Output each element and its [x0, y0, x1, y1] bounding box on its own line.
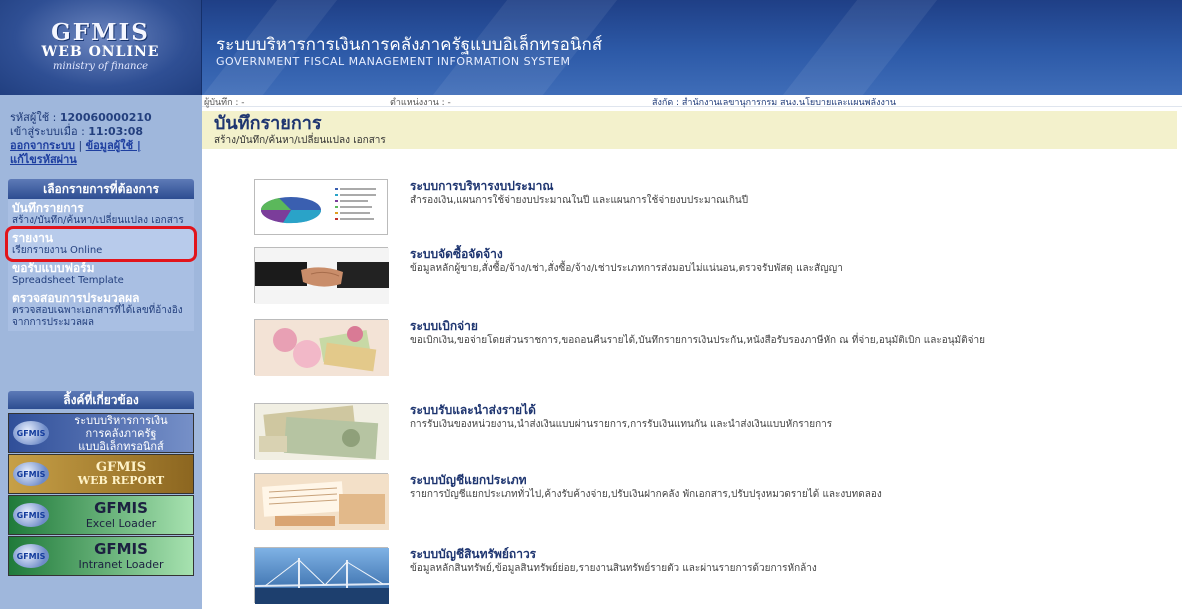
- module-description: ขอเบิกเงิน,ขอจ่ายโดยส่วนราชการ,ขอถอนคืนร…: [410, 335, 985, 346]
- module-description: รายการบัญชีแยกประเภททั่วไป,ค้างรับค้างจ่…: [410, 489, 882, 500]
- link-separator: |: [78, 139, 83, 152]
- menu-item-title: ตรวจสอบการประมวลผล: [12, 291, 140, 305]
- bridge-thumbnail: [254, 547, 390, 604]
- affiliation-field: สังกัด : สำนักงานเลขานุการกรม สนง.นโยบาย…: [652, 98, 897, 108]
- logo-ministry-text: ministry of finance: [52, 61, 148, 72]
- module-fixed-assets[interactable]: ระบบบัญชีสินทรัพย์ถาวร ข้อมูลหลักสินทรัพ…: [254, 547, 1134, 607]
- menu-item-subtitle: สร้าง/บันทึก/ค้นหา/เปลี่ยนแปลง เอกสาร: [12, 215, 184, 226]
- menu-list: บันทึกรายการ สร้าง/บันทึก/ค้นหา/เปลี่ยนแ…: [5, 199, 197, 331]
- main-content: ผู้บันทึก : - ตำแหน่งงาน : - สังกัด : สำ…: [202, 95, 1182, 609]
- menu-item-title: บันทึกรายการ: [12, 201, 84, 215]
- money-icon: [255, 320, 389, 376]
- banknotes-icon: [255, 404, 389, 460]
- pie-chart-icon: [260, 188, 376, 224]
- logout-link[interactable]: ออกจากระบบ: [10, 139, 75, 152]
- gfmis-badge-icon: GFMIS: [13, 544, 49, 568]
- recorder-field: ผู้บันทึก : -: [204, 98, 245, 108]
- change-password-link[interactable]: แก้ไขรหัสผ่าน: [10, 153, 77, 166]
- module-title: ระบบรับและนำส่งรายได้: [410, 403, 536, 417]
- handshake-icon: [255, 248, 389, 304]
- menu-item-subtitle: เรียกรายงาน Online: [12, 245, 103, 256]
- handshake-thumbnail: [254, 247, 389, 304]
- gfmis-web-report-banner[interactable]: GFMIS GFMIS WEB REPORT: [8, 454, 194, 494]
- menu-item-processing-check[interactable]: ตรวจสอบการประมวลผล ตรวจสอบเฉพาะเอกสารที่…: [8, 289, 194, 331]
- bridge-icon: [254, 548, 390, 604]
- login-time-label: เข้าสู่ระบบเมื่อ :: [10, 125, 85, 138]
- budget-pie-chart-thumbnail: [254, 179, 388, 235]
- module-title: ระบบการบริหารงบประมาณ: [410, 179, 554, 193]
- page-title: บันทึกรายการ: [214, 113, 322, 134]
- gfmis-logo[interactable]: GFMIS WEB ONLINE ministry of finance: [0, 0, 202, 95]
- menu-item-subtitle: Spreadsheet Template: [12, 275, 124, 286]
- menu-item-forms[interactable]: ขอรับแบบฟอร์ม Spreadsheet Template: [8, 259, 194, 289]
- header-title-thai: ระบบบริหารการเงินการคลังภาครัฐแบบอิเล็กท…: [216, 35, 603, 55]
- menu-item-record[interactable]: บันทึกรายการ สร้าง/บันทึก/ค้นหา/เปลี่ยนแ…: [8, 199, 194, 229]
- menu-item-report[interactable]: รายงาน เรียกรายงาน Online: [5, 226, 197, 262]
- header-banner: GFMIS WEB ONLINE ministry of finance ระบ…: [0, 0, 1182, 95]
- header-title-english: GOVERNMENT FISCAL MANAGEMENT INFORMATION…: [216, 55, 571, 68]
- module-description: ข้อมูลหลักสินทรัพย์,ข้อมูลสินทรัพย์ย่อย,…: [410, 563, 817, 574]
- module-procurement[interactable]: ระบบจัดซื้อจัดจ้าง ข้อมูลหลักผู้ขาย,สั่ง…: [254, 247, 1134, 307]
- gfmis-excel-loader-banner[interactable]: GFMIS GFMIS Excel Loader: [8, 495, 194, 535]
- module-title: ระบบจัดซื้อจัดจ้าง: [410, 247, 503, 261]
- banner-text: GFMIS Excel Loader: [85, 499, 157, 531]
- module-disbursement[interactable]: ระบบเบิกจ่าย ขอเบิกเงิน,ขอจ่ายโดยส่วนราช…: [254, 319, 1134, 379]
- gfmis-egov-banner[interactable]: GFMIS ระบบบริหารการเงิน การคลังภาครัฐ แบบอ…: [8, 413, 194, 453]
- related-links-header: ลิ้งค์ที่เกี่ยวข้อง: [8, 391, 194, 409]
- user-id-value: 120060000210: [59, 111, 152, 124]
- module-general-ledger[interactable]: ระบบบัญชีแยกประเภท รายการบัญชีแยกประเภทท…: [254, 473, 1134, 533]
- page-subtitle: สร้าง/บันทึก/ค้นหา/เปลี่ยนแปลง เอกสาร: [214, 135, 386, 146]
- banner-text: GFMIS WEB REPORT: [77, 460, 165, 487]
- position-field: ตำแหน่งงาน : -: [390, 98, 451, 108]
- module-title: ระบบเบิกจ่าย: [410, 319, 478, 333]
- user-id-label: รหัสผู้ใช้ :: [10, 111, 57, 124]
- menu-item-title: รายงาน: [12, 231, 54, 245]
- banknotes-thumbnail: [254, 403, 389, 460]
- gfmis-badge-icon: GFMIS: [13, 462, 49, 486]
- banner-text: ระบบบริหารการเงิน การคลังภาครัฐ แบบอิเล็กท…: [74, 413, 168, 453]
- user-info-bar: ผู้บันทึก : - ตำแหน่งงาน : - สังกัด : สำ…: [202, 95, 1182, 108]
- menu-item-subtitle: ตรวจสอบเฉพาะเอกสารที่ได้เลขที่อ้างอิงจาก…: [12, 305, 183, 328]
- ledger-icon: [255, 474, 389, 530]
- sidebar: รหัสผู้ใช้ : 120060000210 เข้าสู่ระบบเมื…: [0, 95, 202, 609]
- menu-header: เลือกรายการที่ต้องการ: [8, 179, 194, 199]
- banner-text: GFMIS Intranet Loader: [78, 540, 164, 572]
- login-time-value: 11:03:08: [88, 125, 144, 138]
- module-revenue[interactable]: ระบบรับและนำส่งรายได้ การรับเงินของหน่วย…: [254, 403, 1134, 463]
- module-title: ระบบบัญชีสินทรัพย์ถาวร: [410, 547, 537, 561]
- page-header: บันทึกรายการ สร้าง/บันทึก/ค้นหา/เปลี่ยนแ…: [202, 111, 1177, 149]
- logo-webonline-text: WEB ONLINE: [41, 44, 160, 60]
- user-profile-link[interactable]: ข้อมูลผู้ใช้ |: [86, 139, 141, 152]
- module-description: ข้อมูลหลักผู้ขาย,สั่งซื้อ/จ้าง/เช่า,สั่ง…: [410, 263, 843, 274]
- module-description: สำรองเงิน,แผนการใช้จ่ายงบประมาณในปี และแ…: [410, 195, 749, 206]
- header-title: ระบบบริหารการเงินการคลังภาครัฐแบบอิเล็กท…: [216, 36, 602, 69]
- module-title: ระบบบัญชีแยกประเภท: [410, 473, 527, 487]
- app-window: GFMIS WEB ONLINE ministry of finance ระบ…: [0, 0, 1182, 609]
- gfmis-intranet-loader-banner[interactable]: GFMIS GFMIS Intranet Loader: [8, 536, 194, 576]
- module-description: การรับเงินของหน่วยงาน,นำส่งเงินแบบผ่านรา…: [410, 419, 833, 430]
- module-budget[interactable]: ระบบการบริหารงบประมาณ สำรองเงิน,แผนการใช…: [254, 179, 1134, 239]
- ledger-thumbnail: [254, 473, 389, 530]
- gfmis-badge-icon: GFMIS: [13, 503, 49, 527]
- user-info: รหัสผู้ใช้ : 120060000210 เข้าสู่ระบบเมื…: [0, 95, 202, 167]
- gfmis-badge-icon: GFMIS: [13, 421, 49, 445]
- logo-gfmis-text: GFMIS: [51, 19, 150, 46]
- menu-item-title: ขอรับแบบฟอร์ม: [12, 261, 95, 275]
- money-flowers-thumbnail: [254, 319, 389, 376]
